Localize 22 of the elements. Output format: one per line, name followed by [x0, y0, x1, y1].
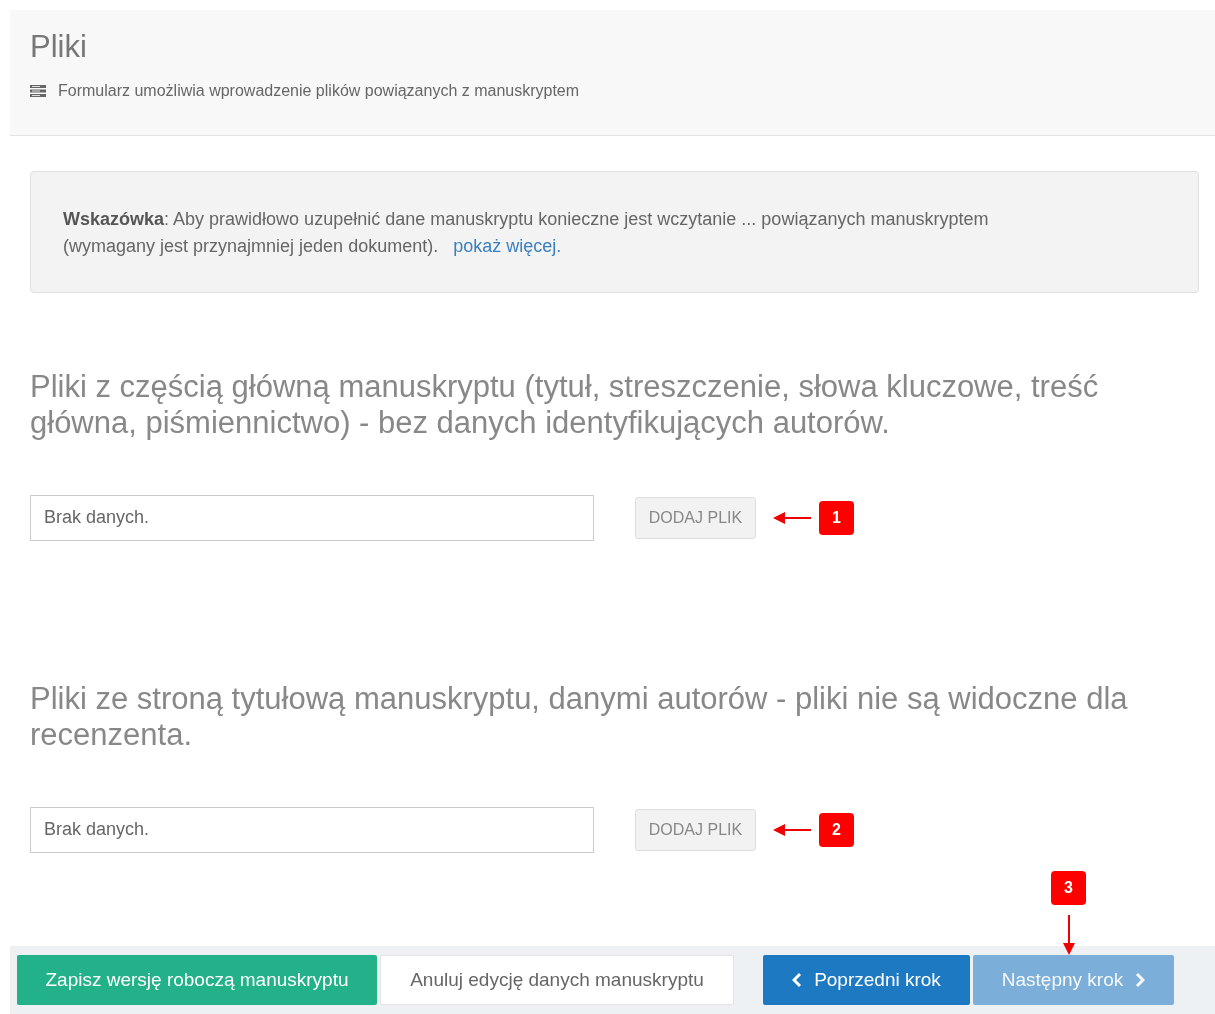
chevron-left-icon: [792, 972, 803, 988]
hint-text: Wskazówka: Aby prawidłowo uzupełnić dane manuskryptu konieczne jest wczytanie ... powiązanych manuskryptem (wymagany jest przynajmniej jeden dokument). pokaż więcej.: [63, 208, 990, 258]
arrow-icon: [1061, 915, 1076, 955]
list-icon: [30, 85, 46, 98]
arrow-icon: [773, 510, 811, 525]
chevron-right-icon: [1135, 972, 1146, 988]
cancel-edit-button[interactable]: Anuluj edycję danych manuskryptu: [380, 955, 734, 1005]
arrow-icon: [773, 822, 811, 837]
show-more-link[interactable]: pokaż więcej.: [453, 236, 562, 256]
section-heading: Pliki z częścią główną manuskryptu (tytuł, streszczenie, słowa kluczowe, treść główna, piśmiennictwo) - bez danych identyfikujących autorów.: [30, 369, 1100, 441]
previous-step-button[interactable]: Poprzedni krok: [763, 955, 970, 1005]
save-draft-button[interactable]: Zapisz wersję roboczą manuskryptu: [17, 955, 377, 1005]
callout-badge: 2: [819, 812, 854, 847]
file-list-field[interactable]: Brak danych.: [30, 806, 594, 853]
section-heading: Pliki ze stroną tytułową manuskryptu, danymi autorów - pliki nie są widoczne dla recenzenta.: [30, 680, 1129, 753]
file-list-field[interactable]: Brak danych.: [30, 494, 594, 541]
callout-badge: 1: [819, 500, 854, 535]
page-subtitle: Formularz umożliwia wprowadzenie plików powiązanych z manuskryptem: [58, 81, 580, 102]
add-file-button[interactable]: DODAJ PLIK: [635, 808, 756, 851]
add-file-button[interactable]: DODAJ PLIK: [635, 496, 756, 539]
callout-badge: 3: [1051, 871, 1086, 905]
page-title: Pliki: [30, 28, 88, 66]
